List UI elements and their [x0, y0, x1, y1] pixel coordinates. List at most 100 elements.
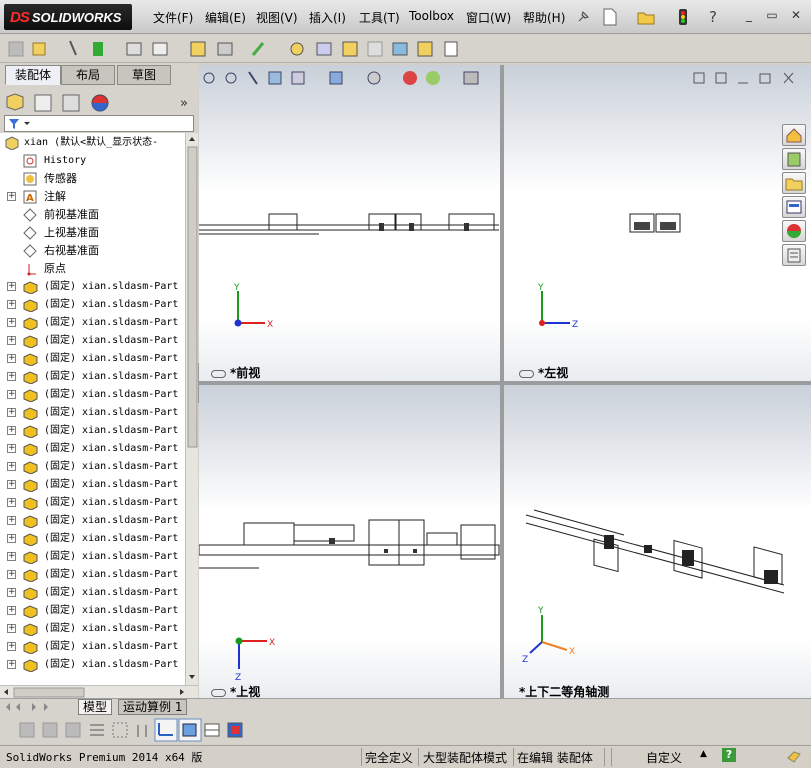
view-toolbar-icons[interactable]: [0, 715, 260, 744]
feature-manager-icon[interactable]: [6, 93, 24, 111]
tree-item-annotations[interactable]: + A 注解: [0, 188, 185, 206]
tab-sketch[interactable]: 草图: [117, 65, 171, 85]
expand-icon[interactable]: +: [7, 192, 16, 201]
tree-item-right-plane[interactable]: 右视基准面: [0, 242, 185, 260]
tree-item-part[interactable]: + (固定) xian.sldasm-Part: [0, 512, 185, 530]
expand-icon[interactable]: +: [7, 642, 16, 651]
viewport-left[interactable]: Y Z *左视: [504, 65, 811, 381]
tree-item-sensors[interactable]: 传感器: [0, 170, 185, 188]
tree-item-part[interactable]: + (固定) xian.sldasm-Part: [0, 620, 185, 638]
tree-item-top-plane[interactable]: 上视基准面: [0, 224, 185, 242]
appearances-icon[interactable]: [782, 220, 806, 242]
menu-insert[interactable]: 插入(I): [309, 9, 346, 26]
home-icon[interactable]: [782, 124, 806, 146]
tree-item-part[interactable]: + (固定) xian.sldasm-Part: [0, 566, 185, 584]
tree-vertical-scrollbar[interactable]: [185, 133, 198, 685]
filter-box[interactable]: [4, 115, 194, 132]
tree-horizontal-scrollbar[interactable]: [0, 685, 198, 698]
menu-view[interactable]: 视图(V): [256, 9, 298, 26]
tree-item-part[interactable]: + (固定) xian.sldasm-Part: [0, 656, 185, 674]
expand-icon[interactable]: +: [7, 570, 16, 579]
tree-item-part[interactable]: + (固定) xian.sldasm-Part: [0, 458, 185, 476]
tree-item-part[interactable]: + (固定) xian.sldasm-Part: [0, 332, 185, 350]
tree-item-part[interactable]: + (固定) xian.sldasm-Part: [0, 404, 185, 422]
toolbar-icon-group[interactable]: [8, 40, 458, 57]
menu-toolbox[interactable]: Toolbox: [409, 9, 454, 23]
tab-motion-study[interactable]: 运动算例 1: [118, 699, 188, 715]
open-folder-icon[interactable]: [636, 7, 656, 27]
pushpin-icon[interactable]: [573, 7, 593, 27]
menu-file[interactable]: 文件(F): [153, 9, 193, 26]
help-question-icon[interactable]: ?: [703, 7, 723, 27]
tree-item-part[interactable]: + (固定) xian.sldasm-Part: [0, 530, 185, 548]
tree-item-part[interactable]: + (固定) xian.sldasm-Part: [0, 602, 185, 620]
expand-icon[interactable]: +: [7, 300, 16, 309]
viewport-window-controls[interactable]: [692, 69, 802, 89]
tree-item-part[interactable]: + (固定) xian.sldasm-Part: [0, 548, 185, 566]
tree-item-part[interactable]: + (固定) xian.sldasm-Part: [0, 494, 185, 512]
expand-icon[interactable]: +: [7, 606, 16, 615]
help-status-icon[interactable]: ?: [722, 748, 736, 762]
expand-icon[interactable]: +: [7, 480, 16, 489]
solidworks-logo[interactable]: DS SOLIDWORKS: [4, 4, 132, 30]
menu-tools[interactable]: 工具(T): [359, 9, 400, 26]
viewport-front[interactable]: Y X *前视: [199, 65, 500, 381]
design-library-icon[interactable]: [782, 148, 806, 170]
expand-icon[interactable]: +: [7, 336, 16, 345]
tree-item-part[interactable]: + (固定) xian.sldasm-Part: [0, 278, 185, 296]
close-button[interactable]: ✕: [789, 9, 803, 23]
expand-icon[interactable]: +: [7, 372, 16, 381]
expand-icon[interactable]: +: [7, 282, 16, 291]
display-manager-icon[interactable]: [91, 94, 109, 112]
tree-item-part[interactable]: + (固定) xian.sldasm-Part: [0, 368, 185, 386]
viewport-isometric[interactable]: Y X Z *上下二等角轴测: [504, 385, 811, 700]
minimize-button[interactable]: _: [742, 9, 756, 23]
expand-icon[interactable]: +: [7, 498, 16, 507]
expand-icon[interactable]: +: [7, 624, 16, 633]
expand-icon[interactable]: +: [7, 660, 16, 669]
tab-assembly[interactable]: 装配体: [5, 65, 61, 85]
expand-icon[interactable]: +: [7, 552, 16, 561]
expand-icon[interactable]: +: [7, 534, 16, 543]
tree-item-part[interactable]: + (固定) xian.sldasm-Part: [0, 296, 185, 314]
property-manager-icon[interactable]: [34, 94, 52, 112]
custom-properties-icon[interactable]: [782, 244, 806, 266]
configuration-manager-icon[interactable]: [62, 94, 80, 112]
tree-item-part[interactable]: + (固定) xian.sldasm-Part: [0, 386, 185, 404]
tree-item-origin[interactable]: 原点: [0, 260, 185, 278]
menu-window[interactable]: 窗口(W): [466, 9, 511, 26]
viewport-top[interactable]: X Z *上视: [199, 385, 500, 700]
units-dropdown-arrow-icon[interactable]: ▲: [700, 749, 707, 759]
restore-button[interactable]: ▭: [765, 9, 779, 23]
tree-root[interactable]: xian (默认<默认_显示状态-: [0, 134, 185, 152]
viewport-horizontal-splitter[interactable]: [199, 381, 811, 385]
tree-item-history[interactable]: History: [0, 152, 185, 170]
file-explorer-icon[interactable]: [782, 172, 806, 194]
expand-icon[interactable]: +: [7, 408, 16, 417]
view-palette-icon[interactable]: [782, 196, 806, 218]
resize-grip-icon[interactable]: [786, 748, 802, 767]
tree-item-part[interactable]: + (固定) xian.sldasm-Part: [0, 422, 185, 440]
tab-model[interactable]: 模型: [78, 699, 113, 715]
tree-item-part[interactable]: + (固定) xian.sldasm-Part: [0, 314, 185, 332]
tree-item-part[interactable]: + (固定) xian.sldasm-Part: [0, 584, 185, 602]
expand-icon[interactable]: +: [7, 462, 16, 471]
tree-item-front-plane[interactable]: 前视基准面: [0, 206, 185, 224]
menu-edit[interactable]: 编辑(E): [205, 9, 246, 26]
expand-icon[interactable]: +: [7, 390, 16, 399]
status-units[interactable]: 自定义: [646, 749, 682, 766]
tree-item-part[interactable]: + (固定) xian.sldasm-Part: [0, 440, 185, 458]
heads-up-view-toolbar[interactable]: [199, 67, 499, 91]
expand-icon[interactable]: +: [7, 426, 16, 435]
menu-help[interactable]: 帮助(H): [523, 9, 565, 26]
tab-scroll-arrows[interactable]: [4, 699, 74, 715]
tree-item-part[interactable]: + (固定) xian.sldasm-Part: [0, 350, 185, 368]
rebuild-traffic-light-icon[interactable]: [673, 7, 693, 27]
tree-item-part[interactable]: + (固定) xian.sldasm-Part: [0, 638, 185, 656]
expand-icon[interactable]: +: [7, 444, 16, 453]
tree-item-part[interactable]: + (固定) xian.sldasm-Part: [0, 476, 185, 494]
expand-icon[interactable]: +: [7, 588, 16, 597]
tab-layout[interactable]: 布局: [61, 65, 115, 85]
expand-icon[interactable]: +: [7, 516, 16, 525]
new-document-icon[interactable]: [600, 7, 620, 27]
